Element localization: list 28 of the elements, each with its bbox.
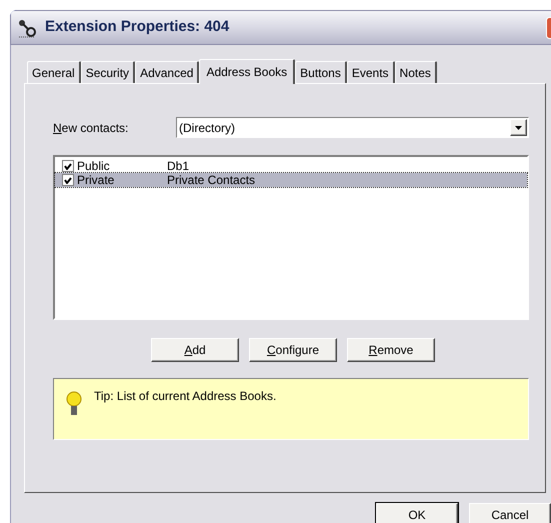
list-row[interactable]: Private Private Contacts: [55, 173, 527, 187]
tip-text: Tip: List of current Address Books.: [94, 388, 276, 405]
caret-down-icon: [515, 126, 522, 130]
list-action-button[interactable]: Remove: [347, 338, 435, 362]
ok-button[interactable]: OK: [376, 503, 458, 523]
tab[interactable]: Buttons: [295, 61, 347, 83]
contacts-dropdown[interactable]: (Directory): [176, 117, 529, 138]
table-cell-text: Private Contacts: [167, 172, 256, 189]
tab[interactable]: Notes: [394, 61, 437, 83]
tab[interactable]: Advanced: [135, 61, 200, 83]
window-title: Extension Properties: 404: [45, 17, 230, 38]
checkbox[interactable]: [62, 174, 74, 186]
dropdown-button[interactable]: [510, 119, 527, 136]
lightbulb-icon: [66, 391, 82, 417]
list-action-button[interactable]: Configure: [249, 338, 337, 362]
checkbox[interactable]: [62, 160, 74, 172]
tab[interactable]: General: [27, 61, 81, 83]
table-cell-text: Db1: [167, 158, 190, 175]
table-cell-text: Private: [77, 172, 116, 189]
list-row[interactable]: Public Db1: [55, 159, 527, 173]
field-label: New contacts:: [53, 120, 130, 136]
tab[interactable]: Security: [80, 61, 136, 83]
tab[interactable]: Events: [346, 61, 395, 83]
table-cell-text: Public: [77, 158, 111, 175]
connector-icon: [17, 18, 37, 38]
list-action-button[interactable]: Add: [151, 338, 239, 362]
tab[interactable]: Address Books: [199, 59, 296, 84]
cancel-button[interactable]: Cancel: [469, 503, 551, 523]
